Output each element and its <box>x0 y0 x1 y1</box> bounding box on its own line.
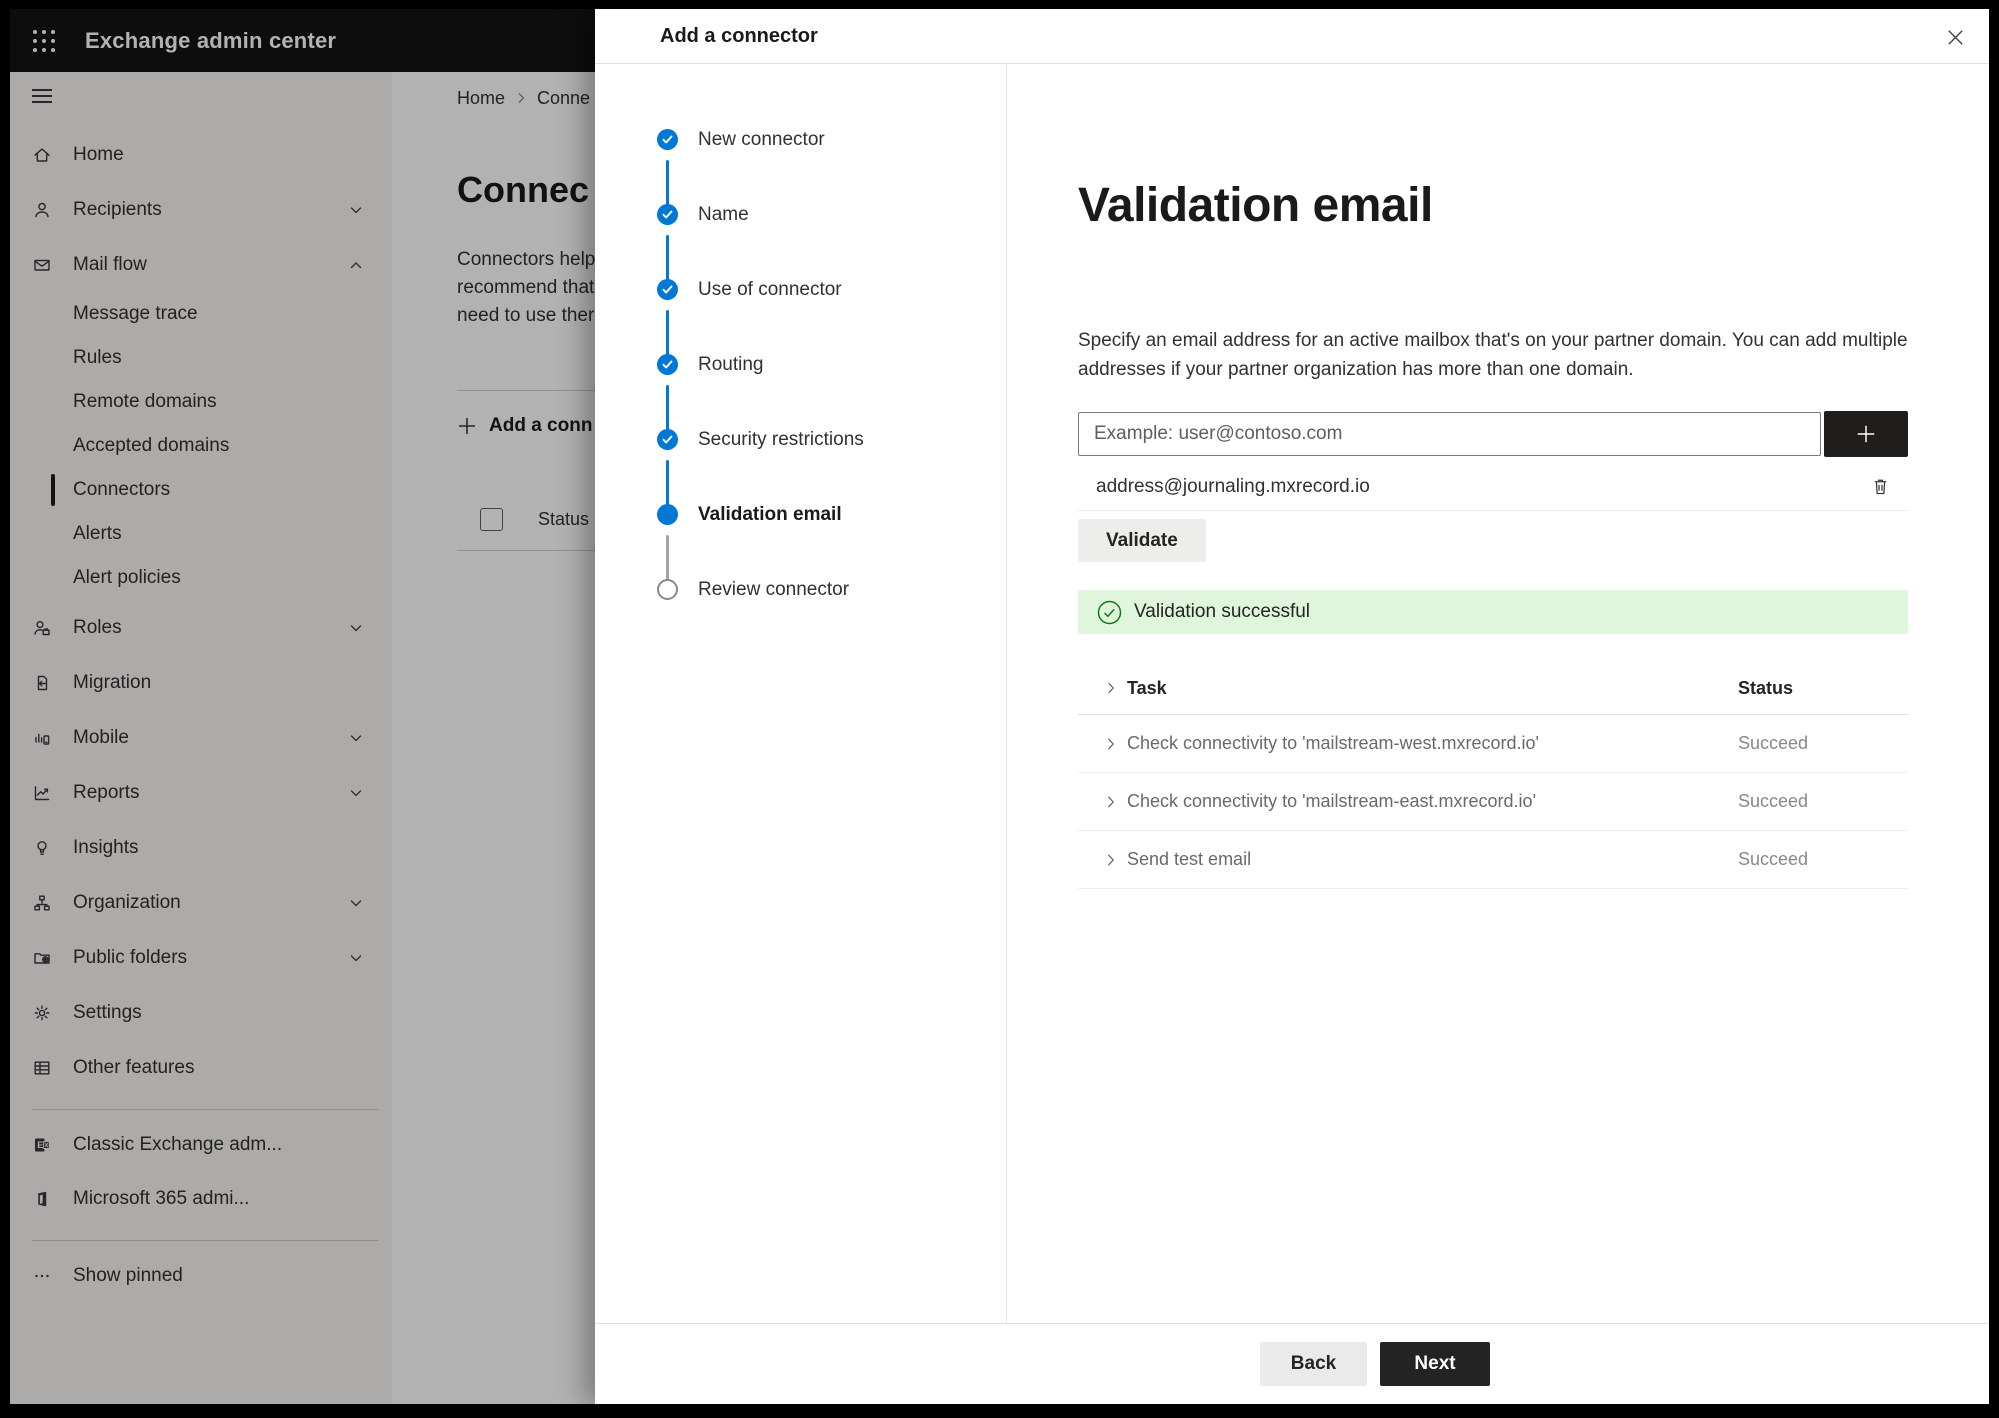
success-message: Validation successful <box>1134 601 1311 622</box>
step-completed-icon <box>657 354 678 375</box>
step-todo-icon <box>657 579 678 600</box>
step-completed-icon <box>657 204 678 225</box>
task-column-header: Task <box>1127 677 1167 698</box>
plus-icon <box>1857 425 1875 443</box>
dialog-header: Add a connector <box>595 9 1989 64</box>
wizard-step-review-connector[interactable]: Review connector <box>595 552 1006 627</box>
add-connector-dialog: Add a connector New connector Name Use of … <box>595 9 1989 1404</box>
added-address-row: address@journaling.mxrecord.io <box>1078 463 1908 511</box>
expand-all-icon[interactable] <box>1078 681 1127 695</box>
step-description: Specify an email address for an active m… <box>1078 330 1908 380</box>
add-address-button[interactable] <box>1824 411 1908 457</box>
validation-success-banner: Validation successful <box>1078 590 1908 634</box>
validation-table: Task Status Check connectivity to 'mails… <box>1078 662 1908 889</box>
success-check-icon <box>1097 600 1122 624</box>
table-row[interactable]: Send test email Succeed <box>1078 831 1908 889</box>
next-button[interactable]: Next <box>1380 1342 1490 1386</box>
wizard-steps: New connector Name Use of connector Routing… <box>595 64 1007 1323</box>
back-button[interactable]: Back <box>1260 1342 1367 1386</box>
task-cell: Check connectivity to 'mailstream-west.m… <box>1127 733 1539 753</box>
step-label: New connector <box>698 128 825 150</box>
step-label: Security restrictions <box>698 428 864 450</box>
task-cell: Check connectivity to 'mailstream-east.m… <box>1127 791 1537 811</box>
wizard-step-use-of-connector[interactable]: Use of connector <box>595 252 1006 356</box>
trash-icon[interactable] <box>1862 469 1898 505</box>
step-completed-icon <box>657 129 678 150</box>
step-completed-icon <box>657 429 678 450</box>
table-row[interactable]: Check connectivity to 'mailstream-east.m… <box>1078 773 1908 831</box>
dialog-footer: Back Next <box>595 1323 1989 1404</box>
status-cell: Succeed <box>1738 849 1809 869</box>
wizard-step-security-restrictions[interactable]: Security restrictions <box>595 402 1006 506</box>
table-header-row: Task Status <box>1078 662 1908 715</box>
validate-button[interactable]: Validate <box>1078 519 1206 562</box>
wizard-step-validation-email[interactable]: Validation email <box>595 477 1006 581</box>
wizard-step-new-connector[interactable]: New connector <box>595 102 1006 206</box>
step-label: Name <box>698 203 749 225</box>
table-row[interactable]: Check connectivity to 'mailstream-west.m… <box>1078 715 1908 773</box>
step-label: Routing <box>698 353 764 375</box>
expand-row-icon[interactable] <box>1078 737 1127 751</box>
step-label: Use of connector <box>698 278 842 300</box>
expand-row-icon[interactable] <box>1078 795 1127 809</box>
status-column-header: Status <box>1738 677 1794 698</box>
screenshot-frame: Exchange admin center Home Recipients Mail… <box>10 9 1989 1404</box>
modal-dim-overlay <box>10 9 595 1404</box>
dialog-title: Add a connector <box>660 24 818 47</box>
status-cell: Succeed <box>1738 791 1809 811</box>
expand-row-icon[interactable] <box>1078 853 1127 867</box>
step-heading: Validation email <box>1078 179 1433 232</box>
status-cell: Succeed <box>1738 733 1809 753</box>
step-label: Review connector <box>698 578 850 600</box>
wizard-step-name[interactable]: Name <box>595 177 1006 281</box>
email-address-input[interactable] <box>1078 412 1821 456</box>
task-cell: Send test email <box>1127 849 1252 869</box>
background-page: Exchange admin center Home Recipients Mail… <box>10 9 595 1404</box>
step-completed-icon <box>657 279 678 300</box>
step-label: Validation email <box>698 503 842 525</box>
step-active-icon <box>657 504 678 525</box>
wizard-step-routing[interactable]: Routing <box>595 327 1006 431</box>
close-icon[interactable] <box>1936 18 1974 56</box>
added-address: address@journaling.mxrecord.io <box>1096 475 1370 497</box>
dialog-content: Validation email Specify an email addres… <box>1007 64 1989 1323</box>
